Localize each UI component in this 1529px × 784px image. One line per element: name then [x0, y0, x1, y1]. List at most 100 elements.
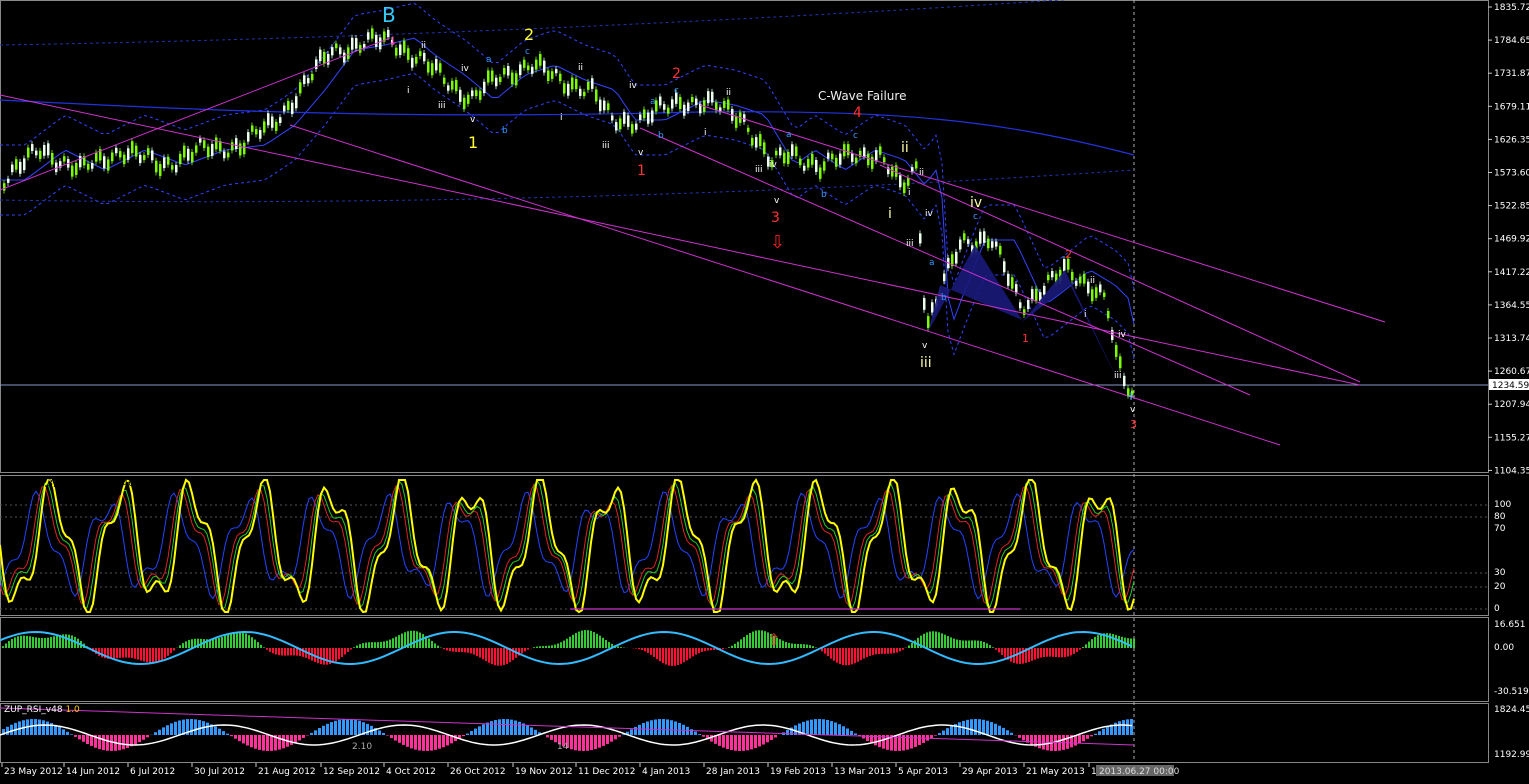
zup-bar: [998, 725, 1001, 735]
osma-bar: [455, 648, 457, 652]
osma-bar: [503, 648, 505, 666]
candle-body: [535, 59, 538, 70]
candle-body: [299, 82, 302, 94]
candle-body: [27, 147, 30, 158]
candle-body: [727, 99, 730, 110]
osma-bar: [395, 636, 397, 648]
osma-bar: [1058, 648, 1060, 658]
candle-body: [403, 40, 406, 53]
osma-bar: [797, 643, 799, 648]
candle-body: [483, 81, 486, 94]
wave-label-small: i: [560, 113, 563, 123]
osma-bar: [950, 637, 952, 648]
zup-bar: [218, 728, 221, 735]
candle-body: [611, 115, 614, 121]
zup-bar: [930, 735, 933, 739]
zup-bar: [86, 735, 89, 745]
zup-bar: [178, 720, 181, 735]
zup-bar: [226, 733, 229, 735]
candle-body: [1007, 273, 1010, 286]
osma-bar: [323, 648, 325, 665]
stoch-tick-label: 100: [1494, 500, 1511, 510]
osma-bar: [35, 637, 37, 648]
osma-bar: [29, 636, 31, 648]
candle-body: [639, 114, 642, 120]
wave-label-small: v: [774, 196, 780, 206]
zup-bar: [74, 735, 77, 737]
candle-body: [559, 73, 562, 82]
date-tick-label: 11 Dec 2012: [578, 767, 636, 777]
long-moving-average: [0, 99, 1135, 156]
zup-bar: [986, 720, 989, 735]
osma-bar: [476, 648, 478, 656]
osma-bar: [551, 645, 553, 648]
candle-body: [171, 165, 174, 170]
osma-bar: [701, 648, 703, 652]
osma-bar: [359, 644, 361, 648]
zup-bar: [194, 719, 197, 735]
zup-bar: [398, 735, 401, 743]
wave-label-small: iv: [461, 64, 470, 74]
osma-bar: [1037, 648, 1039, 659]
osma-bar: [740, 639, 742, 648]
osma-bar: [344, 648, 346, 655]
candle-body: [819, 167, 822, 179]
osma-bar: [890, 648, 892, 654]
candle-body: [331, 47, 334, 56]
osma-bar: [461, 648, 463, 653]
osma-bar: [140, 648, 142, 661]
osma-bar: [605, 639, 607, 648]
candle-body: [323, 51, 326, 64]
osma-bar: [125, 648, 127, 658]
candle-body: [899, 175, 902, 188]
zup-bar: [70, 734, 73, 735]
zup-bar: [854, 733, 857, 735]
osma-bar: [467, 648, 469, 653]
candle-body: [283, 105, 286, 112]
wave-label-1-red: 1: [637, 163, 646, 179]
osma-bar: [584, 630, 586, 648]
osma-bar: [1073, 648, 1075, 654]
candle-body: [527, 65, 530, 71]
candle-body: [955, 251, 958, 264]
candle-body: [979, 231, 982, 244]
candle-body: [127, 148, 130, 160]
candle-body: [615, 122, 618, 131]
price-chart[interactable]: 1835.72 1784.65 1731.87 1679.11 1626.35 1573.…: [0, 0, 1529, 784]
zup-bar: [146, 735, 149, 738]
candle-body: [831, 153, 834, 160]
zup-bar: [698, 734, 701, 735]
osma-bar: [872, 648, 874, 655]
osma-bar: [155, 648, 157, 663]
osma-bar: [659, 648, 661, 662]
zup-bar: [46, 721, 49, 735]
osma-bar: [743, 637, 745, 648]
price-tick-label: 1731.87: [1494, 69, 1529, 79]
osma-bar: [824, 648, 826, 654]
osma-bar: [152, 648, 154, 663]
candle-body: [1011, 277, 1014, 289]
wave-label-small: iv: [1118, 330, 1127, 340]
osma-bar: [692, 648, 694, 657]
osma-bar: [602, 637, 604, 648]
candle-body: [923, 298, 926, 310]
candle-body: [667, 107, 670, 114]
price-tick-label: 1784.65: [1494, 36, 1529, 46]
zup-bar: [122, 735, 125, 750]
osma-bar: [470, 648, 472, 654]
zup-bar: [258, 735, 261, 750]
zup-bar: [410, 735, 413, 749]
zup-bar: [230, 735, 233, 737]
candle-body: [427, 61, 430, 73]
candle-body: [307, 78, 310, 84]
candle-body: [631, 124, 634, 134]
zup-bar: [758, 735, 761, 747]
candle-body: [695, 98, 698, 106]
candle-body: [339, 47, 342, 55]
zup-bar: [646, 721, 649, 735]
candle-body: [911, 167, 914, 172]
candle-body: [931, 302, 934, 313]
osma-bar: [998, 648, 1000, 653]
osma-bar: [944, 634, 946, 648]
candle-body: [51, 152, 54, 165]
